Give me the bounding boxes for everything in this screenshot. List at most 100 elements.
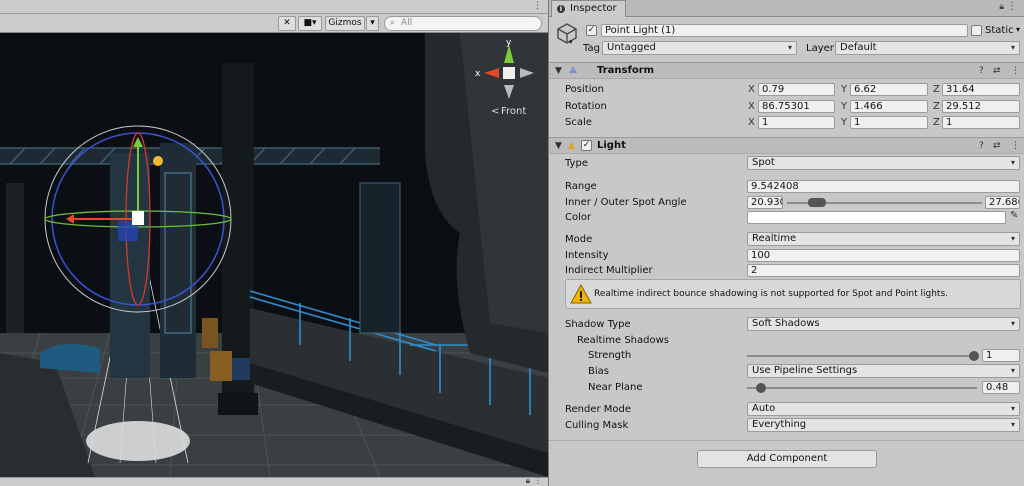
foldout-arrow-icon[interactable]: ▼: [555, 141, 562, 151]
color-swatch[interactable]: [747, 211, 1006, 224]
near-plane-field[interactable]: 0.48: [982, 381, 1020, 394]
orient-center-cube[interactable]: [503, 67, 515, 79]
transform-header[interactable]: ▼ ⟁ Transform ? ⇄ ⋮: [549, 62, 1024, 79]
tab-inspector[interactable]: i Inspector: [551, 0, 626, 17]
axis-x-label: X: [748, 84, 755, 95]
static-dropdown-icon[interactable]: ▾: [1016, 25, 1020, 34]
eyedropper-icon[interactable]: ✎: [1010, 210, 1018, 221]
strength-slider-track[interactable]: [747, 355, 977, 357]
spot-angle-range-handle[interactable]: [808, 198, 826, 207]
strength-field[interactable]: 1: [982, 349, 1020, 362]
axis-x-label: X: [748, 101, 755, 112]
scale-z-field[interactable]: 1: [942, 116, 1020, 129]
range-field[interactable]: 9.542408: [747, 180, 1020, 193]
rotation-y-field[interactable]: 1.466: [850, 100, 928, 113]
position-x-field[interactable]: 0.79: [758, 83, 835, 96]
chevron-down-icon: ▾: [1010, 404, 1015, 413]
indirect-multiplier-field[interactable]: 2: [747, 264, 1020, 277]
add-component-button[interactable]: Add Component: [697, 450, 877, 468]
scale-x-field[interactable]: 1: [758, 116, 835, 129]
more-options-icon[interactable]: ⋮: [533, 1, 542, 11]
mode-value: Realtime: [752, 233, 797, 244]
orientation-prefix-icon: <: [491, 106, 499, 117]
more-icon[interactable]: ⋮: [1007, 1, 1017, 12]
intensity-label: Intensity: [565, 250, 609, 261]
position-z-field[interactable]: 31.64: [942, 83, 1020, 96]
object-name-field[interactable]: Point Light (1): [601, 24, 968, 37]
lock-icon[interactable]: 🔒︎: [999, 2, 1004, 12]
render-mode-label: Render Mode: [565, 404, 632, 415]
rotation-label: Rotation: [565, 101, 607, 112]
scene-toolbar: ✕ ■▾ Gizmos ▾ ⌕ All: [0, 14, 548, 33]
mode-label: Mode: [565, 234, 593, 245]
pipe-column: [110, 153, 150, 378]
orientation-label[interactable]: Front: [501, 106, 526, 117]
rotation-z-field[interactable]: 29.512: [942, 100, 1020, 113]
intensity-field[interactable]: 100: [747, 249, 1020, 262]
blue-pipe: [40, 344, 100, 373]
chevron-down-icon: ▾: [1010, 43, 1015, 52]
component-menu-icon[interactable]: ⋮: [1011, 66, 1020, 76]
camera-icon[interactable]: ■▾: [298, 16, 322, 31]
orient-y-label: y: [506, 38, 512, 48]
static-checkbox[interactable]: [971, 25, 982, 36]
mode-dropdown[interactable]: Realtime ▾: [747, 232, 1020, 246]
help-icon[interactable]: ?: [979, 141, 984, 151]
x-arrow-icon[interactable]: [66, 214, 74, 224]
light-title: Light: [597, 140, 626, 151]
chevron-down-icon: ▾: [1010, 158, 1015, 167]
foldout-arrow-icon[interactable]: ▼: [555, 66, 562, 76]
bias-label: Bias: [588, 366, 609, 377]
chevron-down-icon: ▾: [1010, 366, 1015, 375]
orient-x-label: x: [475, 69, 481, 79]
bias-dropdown[interactable]: Use Pipeline Settings ▾: [747, 364, 1020, 378]
near-plane-slider-track[interactable]: [747, 387, 977, 389]
indirect-multiplier-label: Indirect Multiplier: [565, 265, 653, 276]
gizmos-dropdown-icon[interactable]: ▾: [366, 16, 379, 31]
layer-dropdown[interactable]: Default ▾: [835, 41, 1020, 55]
culling-mask-dropdown[interactable]: Everything ▾: [747, 418, 1020, 432]
right-lattice: [359, 182, 401, 334]
render-mode-value: Auto: [752, 403, 776, 414]
warning-text: Realtime indirect bounce shadowing is no…: [594, 289, 949, 299]
scene-top-strip: ⋮: [0, 0, 548, 14]
gizmos-button[interactable]: Gizmos: [325, 16, 365, 31]
scale-y-field[interactable]: 1: [850, 116, 928, 129]
presets-icon[interactable]: ⇄: [993, 141, 1001, 151]
lock-icon[interactable]: 🔒︎: [526, 476, 530, 486]
rotation-x-field[interactable]: 86.75301: [758, 100, 835, 113]
active-checkbox[interactable]: ✓: [586, 25, 597, 36]
strength-slider-knob[interactable]: [969, 351, 979, 361]
column-base: [218, 393, 258, 415]
type-dropdown[interactable]: Spot ▾: [747, 156, 1020, 170]
divider: [549, 440, 1024, 441]
component-menu-icon[interactable]: ⋮: [1011, 141, 1020, 151]
light-enabled-checkbox[interactable]: ✓: [581, 140, 592, 151]
type-value: Spot: [752, 157, 775, 168]
help-icon[interactable]: ?: [979, 66, 984, 76]
outer-angle-field[interactable]: 27.686: [985, 196, 1020, 209]
light-header[interactable]: ▼ ▲ ✓ Light ? ⇄ ⋮: [549, 137, 1024, 154]
axis-y-label: Y: [841, 117, 848, 128]
inner-angle-field[interactable]: 20.930: [747, 196, 783, 209]
y-arrow-icon[interactable]: [133, 137, 143, 147]
info-icon: i: [557, 5, 565, 13]
tools-icon[interactable]: ✕: [278, 16, 296, 31]
scene-view[interactable]: ⋮ ✕ ■▾ Gizmos ▾ ⌕ All x y < Front 🔒︎ ⋮: [0, 0, 548, 486]
shadow-type-dropdown[interactable]: Soft Shadows ▾: [747, 317, 1020, 331]
color-label: Color: [565, 212, 592, 223]
near-plane-slider-knob[interactable]: [756, 383, 766, 393]
scene-search-input[interactable]: ⌕ All: [384, 16, 542, 31]
search-placeholder: All: [401, 18, 413, 28]
shadow-type-value: Soft Shadows: [752, 318, 820, 329]
axis-z-label: Z: [933, 117, 940, 128]
icon-dropdown-icon[interactable]: ▾: [569, 38, 573, 46]
tag-dropdown[interactable]: Untagged ▾: [602, 41, 797, 55]
scene-viewport[interactable]: x y < Front: [0, 33, 548, 477]
strength-label: Strength: [588, 350, 632, 361]
render-mode-dropdown[interactable]: Auto ▾: [747, 402, 1020, 416]
presets-icon[interactable]: ⇄: [993, 66, 1001, 76]
position-label: Position: [565, 84, 604, 95]
position-y-field[interactable]: 6.62: [850, 83, 928, 96]
more-icon[interactable]: ⋮: [534, 476, 542, 485]
